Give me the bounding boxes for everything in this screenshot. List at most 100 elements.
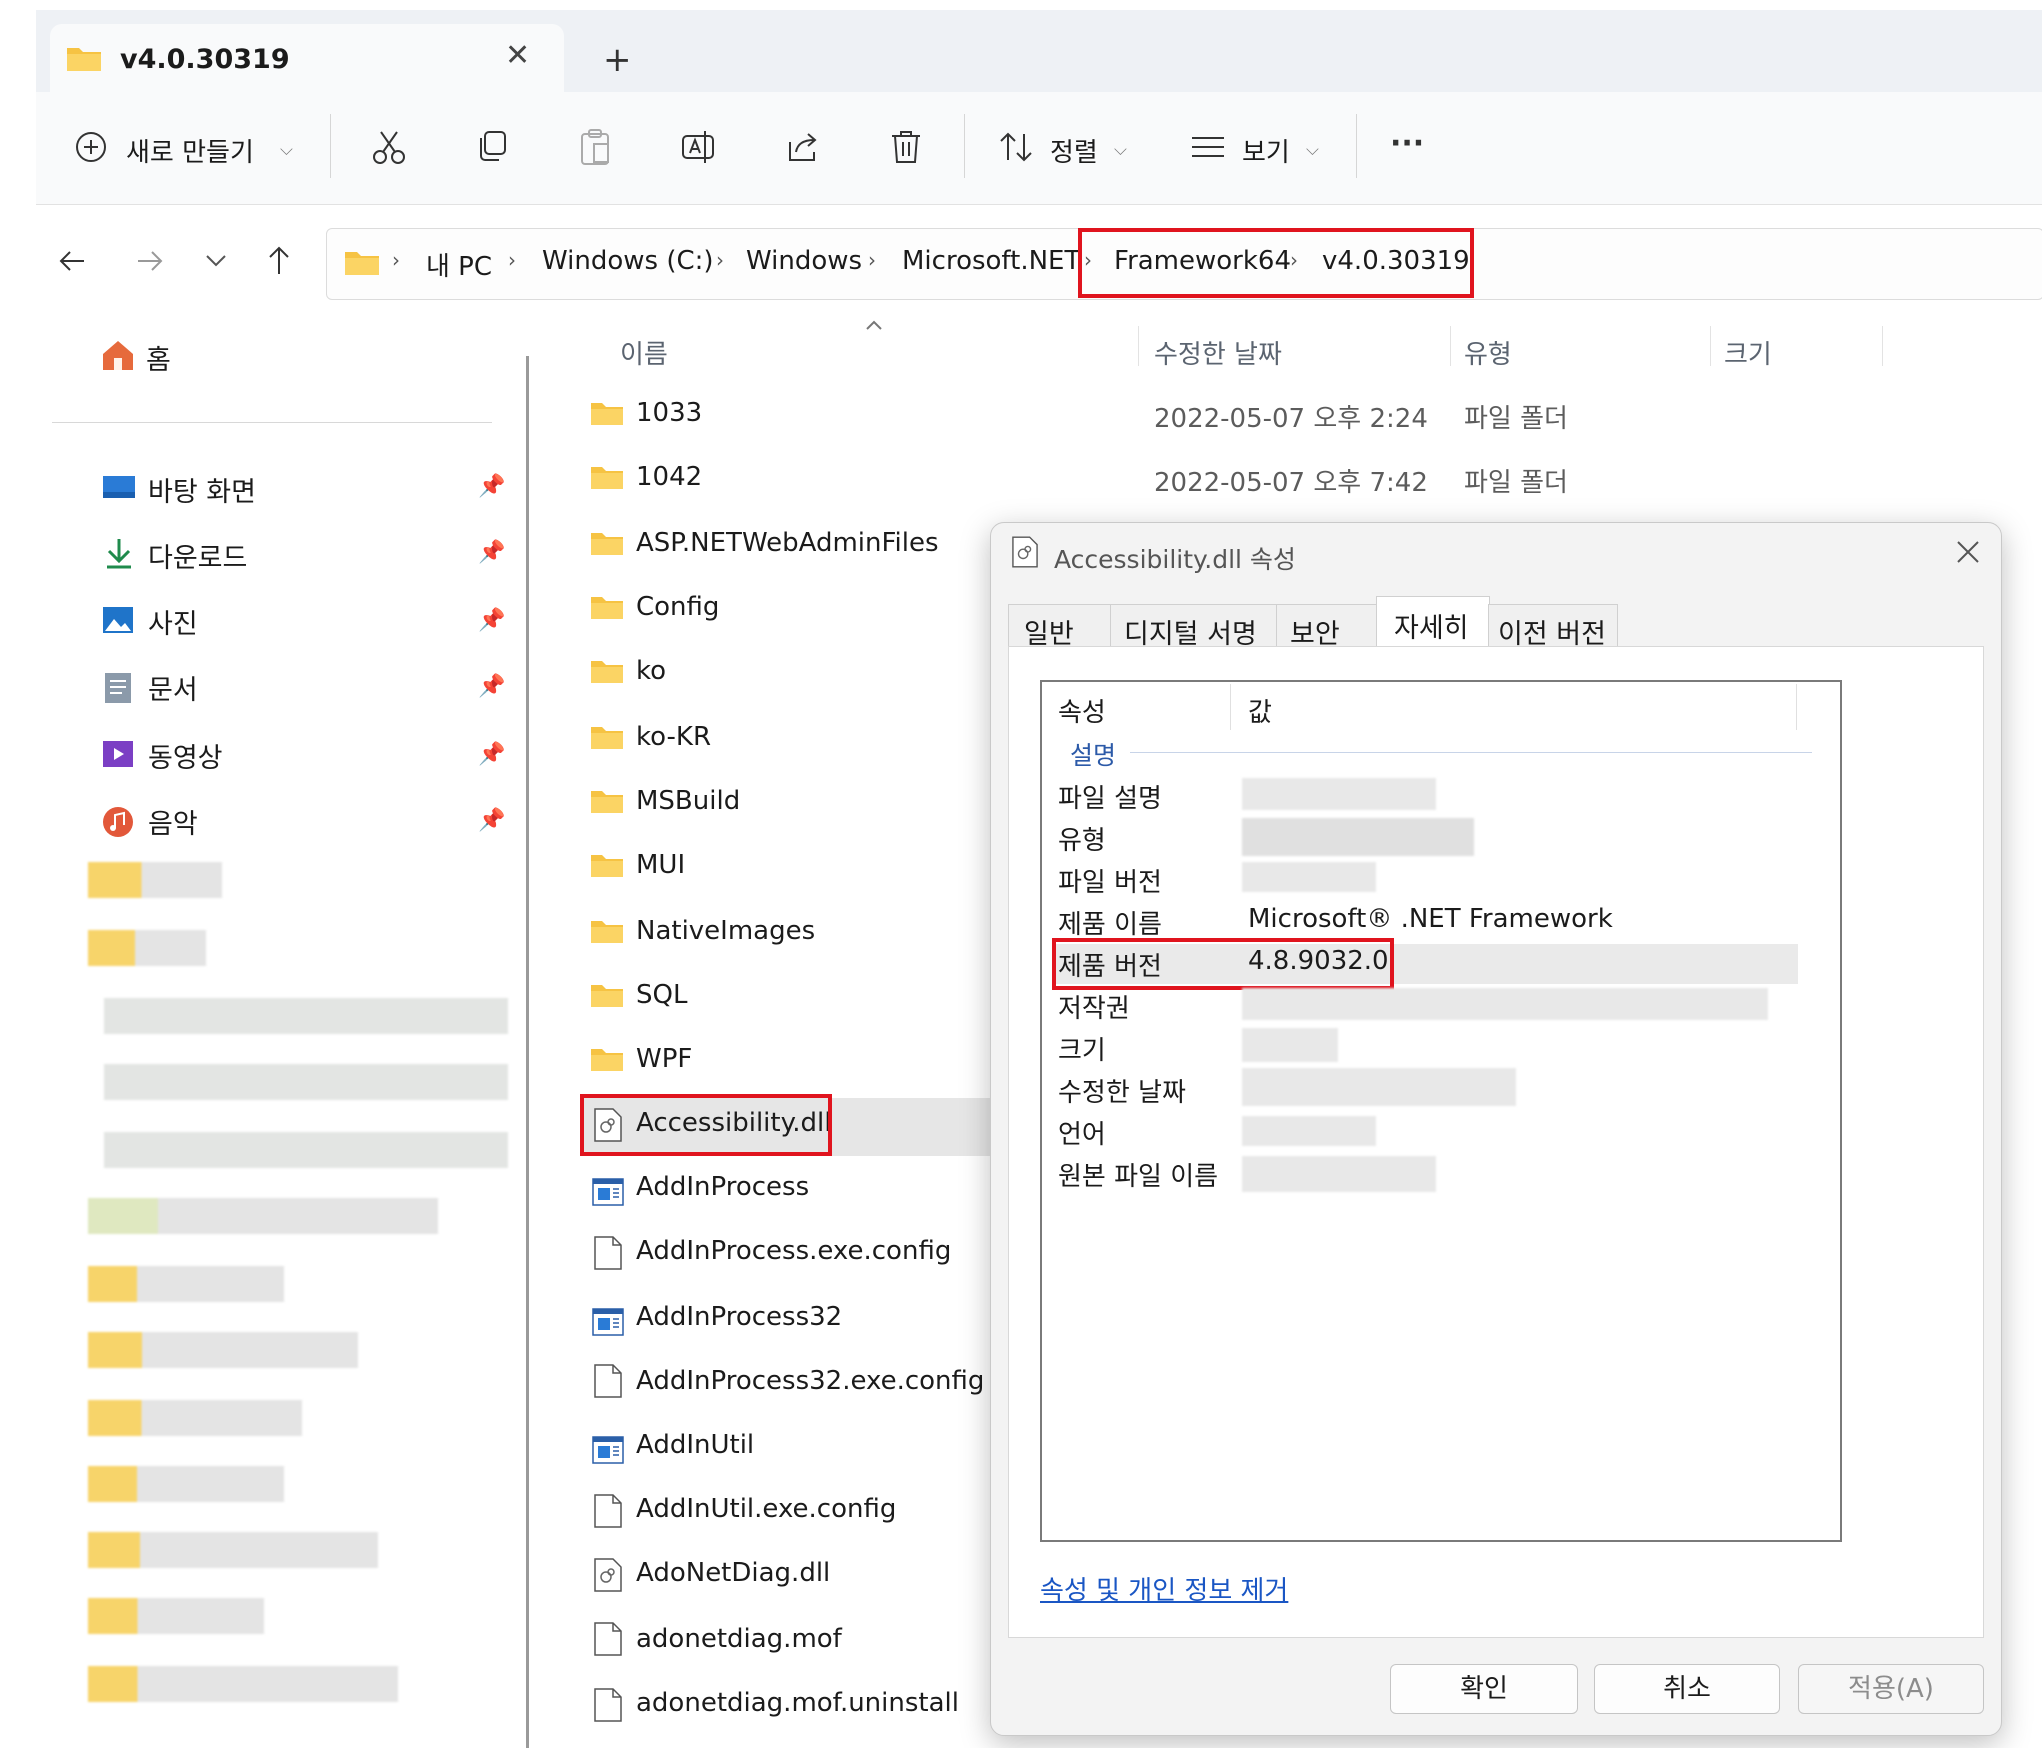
property-name[interactable]: 파일 버전 (1058, 862, 1162, 899)
table-row[interactable] (590, 852, 624, 878)
table-row[interactable] (590, 982, 624, 1008)
file-name[interactable]: Config (636, 592, 719, 622)
property-name[interactable]: 크기 (1058, 1030, 1106, 1067)
videos-icon (102, 740, 134, 768)
redacted-value (1242, 1068, 1516, 1106)
column-header-value[interactable]: 값 (1248, 692, 1272, 729)
file-name[interactable]: ko-KR (636, 722, 711, 752)
column-header-size[interactable]: 크기 (1724, 334, 1772, 371)
breadcrumb-item-this-pc[interactable]: 내 PC (426, 246, 492, 283)
file-name[interactable]: adonetdiag.mof.uninstall (636, 1688, 959, 1718)
file-name[interactable]: AddInUtil.exe.config (636, 1494, 896, 1524)
new-tab-button[interactable]: + (603, 40, 632, 80)
column-header-name[interactable]: 이름 (620, 334, 668, 371)
desktop-icon (102, 474, 136, 500)
file-name[interactable]: 1042 (636, 462, 702, 492)
tab-close-icon[interactable]: ✕ (505, 38, 530, 73)
exe-app-icon (592, 1178, 624, 1206)
property-name[interactable]: 원본 파일 이름 (1058, 1156, 1218, 1193)
divider (1882, 326, 1883, 366)
share-icon[interactable] (784, 128, 822, 166)
copy-icon[interactable] (474, 128, 510, 164)
rename-icon[interactable] (680, 128, 718, 166)
divider (1138, 326, 1139, 366)
redacted-sidebar-item (88, 1532, 378, 1568)
breadcrumb-item-microsoft-net[interactable]: Microsoft.NET (902, 246, 1080, 276)
delete-icon[interactable] (888, 128, 924, 166)
remove-properties-link[interactable]: 속성 및 개인 정보 제거 (1040, 1570, 1288, 1607)
folder-icon (66, 44, 102, 72)
file-name[interactable]: AddInProcess (636, 1172, 809, 1202)
command-bar (36, 92, 2042, 205)
ok-button[interactable]: 확인 (1390, 1664, 1578, 1714)
sidebar-item-home[interactable]: 홈 (146, 338, 171, 377)
breadcrumb-item-windows[interactable]: Windows (746, 246, 862, 276)
file-name[interactable]: AddInUtil (636, 1430, 754, 1460)
property-name[interactable]: 파일 설명 (1058, 778, 1162, 815)
property-name[interactable]: 수정한 날짜 (1058, 1072, 1186, 1109)
file-name[interactable]: MSBuild (636, 786, 740, 816)
file-name[interactable]: WPF (636, 1044, 692, 1074)
file-name[interactable]: ko (636, 656, 666, 686)
sidebar-item-music[interactable]: 음악 (148, 802, 198, 841)
table-row[interactable] (590, 724, 624, 750)
property-name[interactable]: 저작권 (1058, 988, 1130, 1025)
redacted-sidebar-item (88, 1266, 284, 1302)
back-icon[interactable] (58, 246, 88, 276)
sidebar-item-documents[interactable]: 문서 (148, 668, 198, 707)
table-row[interactable] (590, 464, 624, 490)
section-header-description: 설명 (1070, 741, 1117, 770)
sidebar-item-pictures[interactable]: 사진 (148, 602, 198, 641)
sidebar-scrollbar[interactable] (526, 356, 529, 1748)
column-header-modified[interactable]: 수정한 날짜 (1154, 334, 1282, 371)
tab-title: v4.0.30319 (120, 44, 290, 75)
pin-icon: 📌 (478, 742, 506, 767)
property-name[interactable]: 유형 (1058, 820, 1106, 857)
cut-icon[interactable] (370, 128, 408, 166)
recent-chevron-down-icon[interactable] (204, 250, 228, 270)
column-header-type[interactable]: 유형 (1464, 334, 1512, 371)
view-button[interactable]: 보기 (1242, 132, 1290, 169)
table-row[interactable] (590, 658, 624, 684)
cancel-button[interactable]: 취소 (1594, 1664, 1780, 1714)
up-arrow-icon[interactable] (264, 244, 294, 276)
column-header-property[interactable]: 속성 (1058, 692, 1106, 729)
paste-icon[interactable] (578, 128, 614, 166)
table-row[interactable] (590, 530, 624, 556)
file-name[interactable]: AddInProcess32.exe.config (636, 1366, 984, 1396)
redacted-sidebar-item (104, 1132, 508, 1168)
close-icon[interactable] (1954, 538, 1982, 566)
view-list-icon (1190, 134, 1226, 160)
table-row[interactable] (590, 400, 624, 426)
tab-details-label: 자세히 (1394, 613, 1469, 644)
file-name[interactable]: ASP.NETWebAdminFiles (636, 528, 939, 558)
breadcrumb-item-windows-c[interactable]: Windows (C:) (542, 246, 714, 276)
file-icon (594, 1236, 622, 1270)
file-name[interactable]: adonetdiag.mof (636, 1624, 842, 1654)
sort-ascending-icon (864, 318, 884, 332)
table-row[interactable] (590, 1046, 624, 1072)
divider (1130, 752, 1812, 753)
table-row[interactable] (590, 594, 624, 620)
documents-icon (104, 672, 132, 704)
file-name[interactable]: SQL (636, 980, 687, 1010)
file-name[interactable]: AddInProcess.exe.config (636, 1236, 951, 1266)
table-row[interactable] (590, 918, 624, 944)
sidebar-item-videos[interactable]: 동영상 (148, 736, 223, 775)
sidebar-item-downloads[interactable]: 다운로드 (148, 536, 247, 575)
more-options-icon[interactable]: ··· (1390, 126, 1424, 161)
chevron-down-icon: ⌵ (1114, 140, 1127, 160)
forward-icon[interactable] (134, 246, 164, 276)
table-row[interactable] (590, 788, 624, 814)
file-name[interactable]: AdoNetDiag.dll (636, 1558, 830, 1588)
file-name[interactable]: 1033 (636, 398, 702, 428)
file-name[interactable]: MUI (636, 850, 685, 880)
sidebar-item-desktop[interactable]: 바탕 화면 (148, 470, 256, 509)
sort-button[interactable]: 정렬 (1050, 132, 1098, 169)
apply-button[interactable]: 적용(A) (1798, 1664, 1984, 1714)
property-name[interactable]: 제품 이름 (1058, 904, 1162, 941)
new-button[interactable]: 새로 만들기 (126, 132, 254, 169)
property-name[interactable]: 언어 (1058, 1114, 1106, 1151)
file-name[interactable]: AddInProcess32 (636, 1302, 842, 1332)
file-name[interactable]: NativeImages (636, 916, 815, 946)
